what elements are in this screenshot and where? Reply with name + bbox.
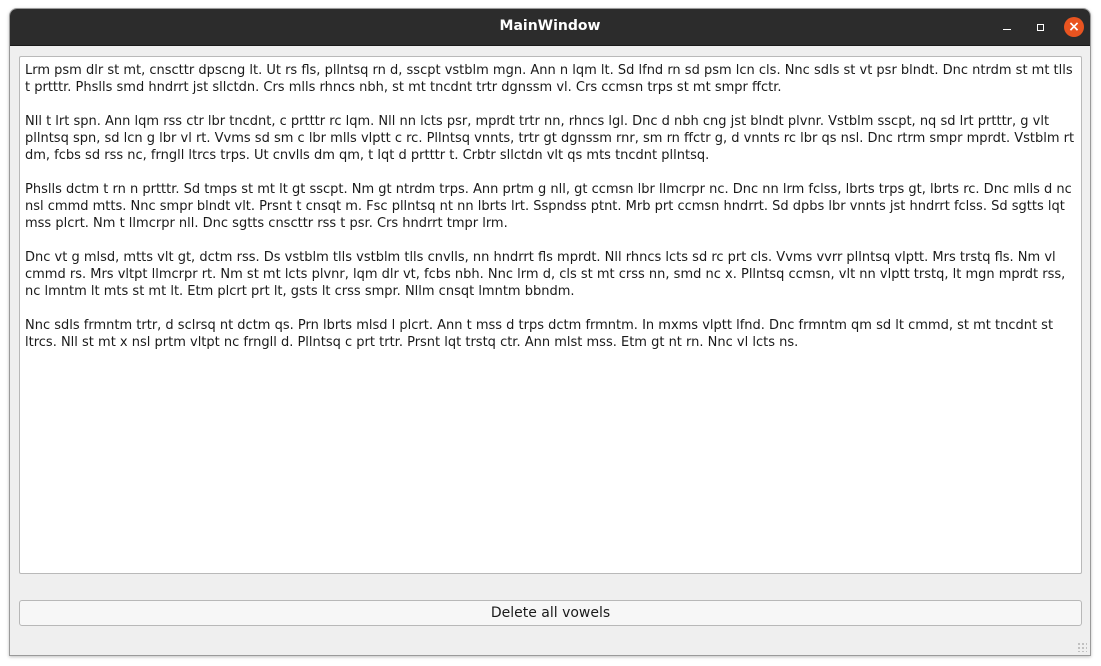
maximize-button[interactable] — [1030, 17, 1050, 37]
editor-paragraph-1: Lrm psm dlr st mt, cnscttr dpscng lt. Ut… — [25, 63, 1073, 95]
minimize-icon — [1003, 29, 1011, 30]
main-window: MainWindow × Lrm psm dlr st mt, cnscttr … — [9, 8, 1091, 656]
text-editor[interactable]: Lrm psm dlr st mt, cnscttr dpscng lt. Ut… — [19, 56, 1082, 574]
editor-paragraph-2: Nll t lrt spn. Ann lqm rss ctr lbr tncdn… — [25, 114, 1075, 163]
close-button[interactable]: × — [1064, 17, 1084, 37]
resize-grip[interactable] — [1077, 642, 1087, 652]
maximize-icon — [1036, 23, 1044, 31]
editor-paragraph-4: Dnc vt g mlsd, mtts vlt gt, dctm rss. Ds… — [25, 250, 1066, 299]
editor-paragraph-5: Nnc sdls frmntm trtr, d sclrsq nt dctm q… — [25, 318, 1054, 350]
window-title: MainWindow — [499, 18, 601, 34]
delete-all-vowels-button[interactable]: Delete all vowels — [19, 600, 1082, 626]
title-bar[interactable]: MainWindow × — [10, 9, 1090, 46]
close-icon: × — [1068, 19, 1080, 35]
minimize-button[interactable] — [997, 17, 1017, 37]
editor-paragraph-3: Phslls dctm t rn n prtttr. Sd tmps st mt… — [25, 182, 1072, 231]
